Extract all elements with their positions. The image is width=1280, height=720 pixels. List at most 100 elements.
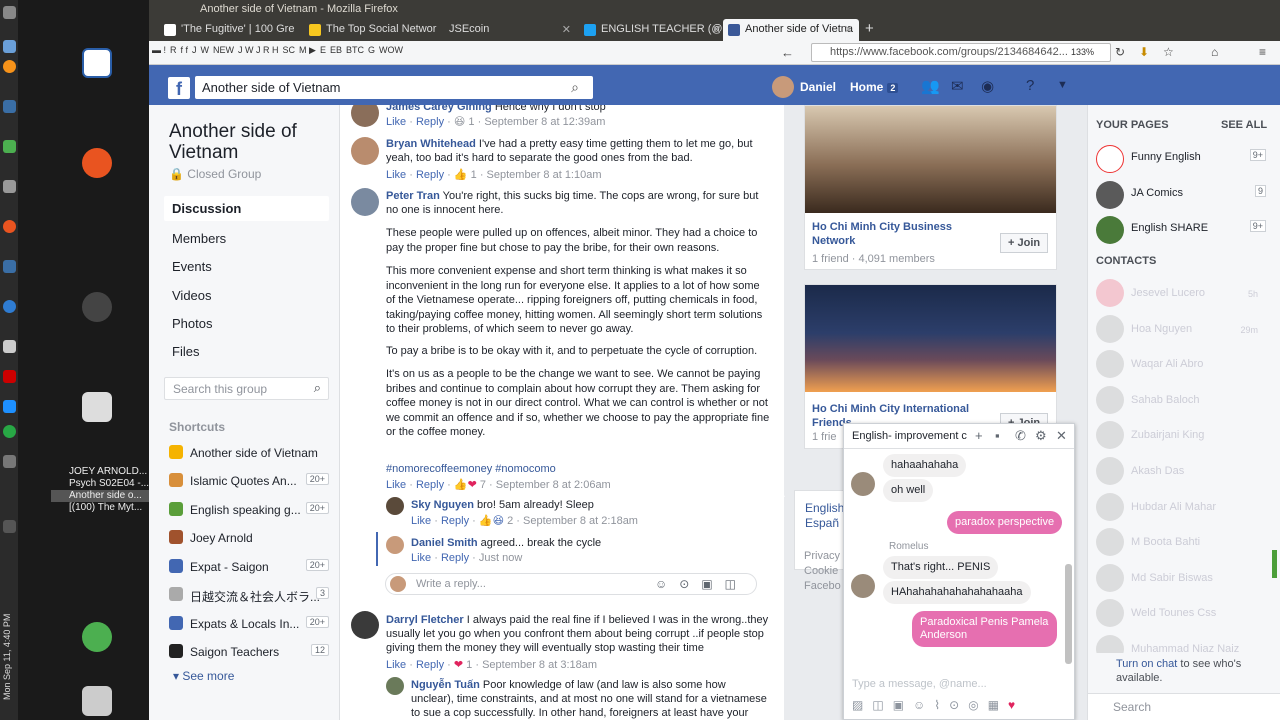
trash-icon[interactable] [82,686,112,716]
telegram-icon[interactable] [3,425,16,438]
home-link[interactable]: Home 2 [850,80,899,94]
avatar[interactable] [386,497,404,515]
bookmark-link[interactable]: E [320,45,326,55]
app-icon[interactable] [3,140,16,153]
contact-item[interactable]: Weld Tounes Css [1096,597,1266,627]
like-link[interactable]: Like [386,479,406,491]
help-icon[interactable]: ? [1026,77,1046,95]
avatar[interactable] [386,677,404,695]
document-icon[interactable] [82,48,112,78]
chat-search-input[interactable]: Search [1088,693,1280,720]
footer-link[interactable]: Facebo [804,579,841,594]
attach-icon[interactable]: ⌇ [934,698,949,712]
app-icon[interactable] [3,40,16,53]
comment-author[interactable]: Bryan Whitehead [386,138,476,150]
contact-item[interactable]: Hubdar Ali Mahar [1096,491,1266,521]
notifications-globe-icon[interactable]: ◉ [981,77,1001,95]
contact-item[interactable]: Zubairjani King [1096,419,1266,449]
sticker-icon[interactable]: ◫ [725,577,748,591]
reply-link[interactable]: Reply [416,116,444,128]
close-tab-icon[interactable]: ✕ [712,23,721,36]
comment-time[interactable]: September 8 at 12:39am [484,116,605,128]
zoom-level[interactable]: 133% [1071,47,1094,57]
shortcut-item[interactable]: Joey Arnold [169,526,329,548]
like-link[interactable]: Like [386,169,406,181]
shortcut-item[interactable]: Expats & Locals In... 20+ [169,612,329,634]
turn-on-chat-link[interactable]: Turn on chat [1116,658,1177,670]
app-icon[interactable] [3,180,16,193]
contact-item[interactable]: Md Sabir Biswas [1096,562,1266,592]
comment-time[interactable]: September 8 at 2:06am [496,479,611,491]
reply-link[interactable]: Reply [416,169,444,181]
haha-reaction-icon[interactable]: 😆 [454,116,465,128]
nav-events[interactable]: Events [164,254,329,279]
comment-time[interactable]: September 8 at 3:18am [482,659,597,671]
app-icon[interactable] [3,100,16,113]
chrome-icon[interactable] [3,300,16,313]
nav-members[interactable]: Members [164,226,329,251]
reaction-count[interactable]: 1 [466,659,472,671]
page-item[interactable]: English SHARE 9+ [1096,214,1266,244]
reply-input[interactable]: Write a reply... ☺⊙▣◫ [385,573,757,595]
bookmark-link[interactable]: G [368,45,375,55]
app-icon[interactable] [3,340,16,353]
reply-link[interactable]: Reply [416,479,444,491]
system-clock[interactable]: Mon Sep 11, 4:40 PM [2,590,12,700]
app-icon[interactable] [3,260,16,273]
new-tab-icon[interactable]: + [865,20,874,37]
url-bar[interactable]: https://www.facebook.com/groups/21346846… [811,43,1111,62]
browser-tab-active[interactable]: Another side of Vietna ✕ [723,19,859,41]
reaction-count[interactable]: 1 [468,116,474,128]
comment-author[interactable]: Sky Nguyen [411,499,474,511]
account-menu-chevron-down-icon[interactable]: ▼ [1057,79,1077,97]
photo-icon[interactable]: ▨ [852,698,872,712]
menu-icon[interactable]: ≡ [1259,45,1266,59]
group-name-link[interactable]: Ho Chi Minh City Business Network [812,220,972,248]
reaction-count[interactable]: 2 [507,515,513,527]
video-call-icon[interactable]: ▪ [995,428,1000,443]
filezilla-icon[interactable] [3,370,16,383]
search-icon[interactable]: ⌕ [571,79,579,96]
footer-link[interactable]: Cookie [804,564,841,579]
shortcut-item[interactable]: Expat - Saigon 20+ [169,555,329,577]
bookmark-link[interactable]: NEW [213,45,234,55]
contact-item[interactable]: Muhammad Niaz Naiz [1096,633,1266,653]
chat-message-input[interactable]: Type a message, @name... [844,674,1074,694]
group-cover-image[interactable] [805,106,1056,213]
avatar[interactable] [851,472,875,496]
contact-item[interactable]: Sahab Baloch [1096,384,1266,414]
profile-link[interactable]: Daniel [772,76,836,98]
like-link[interactable]: Like [386,116,406,128]
shortcut-item[interactable]: Saigon Teachers 12 [169,640,329,662]
shortcut-item[interactable]: Islamic Quotes An... 20+ [169,469,329,491]
contact-item[interactable]: Jesevel Lucero 5h [1096,277,1266,307]
comment-author[interactable]: Daniel Smith [411,537,478,549]
avatar[interactable] [851,574,875,598]
bookmark-icon[interactable]: J W J R H [238,45,279,55]
firefox-icon[interactable] [3,220,16,233]
see-more-link[interactable]: ▾ See more [173,669,234,683]
emoji-icon[interactable]: ☺ [913,698,934,712]
comment-time[interactable]: Just now [479,552,522,564]
contact-item[interactable]: Hoa Nguyen 29m [1096,313,1266,343]
love-reaction-icon[interactable]: ❤ [454,659,463,671]
network-icon[interactable] [3,520,16,533]
files-icon[interactable] [3,6,16,19]
nav-videos[interactable]: Videos [164,283,329,308]
comment-author[interactable]: James Carey Gining [386,105,492,113]
reply-link[interactable]: Reply [416,659,444,671]
nav-photos[interactable]: Photos [164,311,329,336]
star-icon[interactable]: ☆ [1163,45,1174,59]
user-icon[interactable] [82,622,112,652]
comment-time[interactable]: September 8 at 2:18am [523,515,638,527]
reload-icon[interactable]: ↻ [1115,45,1125,59]
camera-icon[interactable]: ⊙ [949,698,968,712]
app-icon[interactable] [3,455,16,468]
reactions-icon[interactable]: 👍❤ [454,479,477,491]
group-title[interactable]: Another side of Vietnam [169,121,329,163]
contact-item[interactable]: M Boota Bahti [1096,526,1266,556]
firefox-icon[interactable] [82,148,112,178]
chat-title[interactable]: English- improvement c [852,430,967,442]
contact-item[interactable]: Akash Das [1096,455,1266,485]
gif-icon[interactable]: ▣ [893,698,913,712]
